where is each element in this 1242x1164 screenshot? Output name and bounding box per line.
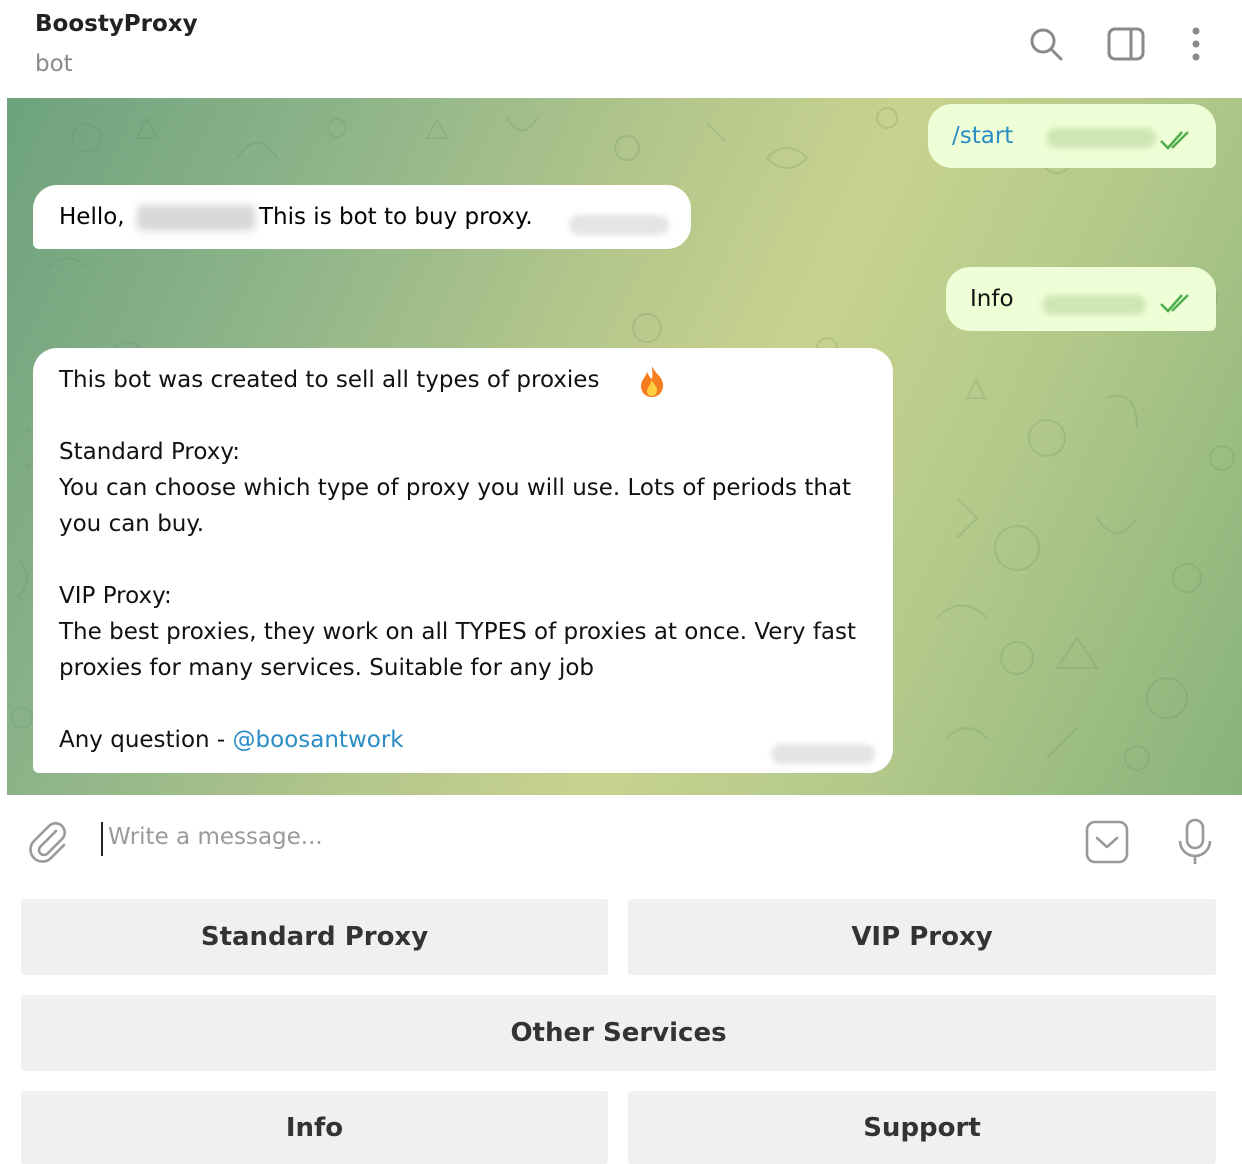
sidebar-icon[interactable] <box>1104 22 1148 66</box>
vip-proxy-button[interactable]: VIP Proxy <box>628 899 1216 975</box>
mention-link[interactable]: @boosantwork <box>233 727 404 753</box>
bot-reply-keyboard: Standard Proxy VIP Proxy Other Services … <box>0 887 1242 1164</box>
info-body: This bot was created to sell all types o… <box>59 367 857 753</box>
chat-subtitle: bot <box>35 51 73 77</box>
bot-command-link[interactable]: /start <box>952 118 1013 154</box>
double-check-icon <box>1160 294 1189 313</box>
double-check-icon <box>1160 131 1189 150</box>
chat-header: BoostyProxy bot <box>0 0 1242 98</box>
microphone-icon[interactable] <box>1172 817 1218 871</box>
support-button[interactable]: Support <box>628 1091 1216 1164</box>
message-time <box>1042 295 1146 315</box>
message-in-hello[interactable]: Hello, This is bot to buy proxy. <box>33 185 691 249</box>
message-time <box>1046 128 1156 148</box>
search-icon[interactable] <box>1024 22 1068 66</box>
message-out-info[interactable]: Info <box>946 267 1216 331</box>
message-time <box>771 744 875 764</box>
message-text: This bot was created to sell all types o… <box>59 362 859 758</box>
chat-history[interactable]: /start Hello, This is bot to buy proxy. … <box>7 98 1242 795</box>
info-button[interactable]: Info <box>21 1091 608 1164</box>
message-composer: Write a message... <box>0 795 1242 887</box>
message-out-start[interactable]: /start <box>928 104 1216 168</box>
text-caret <box>101 822 103 856</box>
keyboard-toggle-icon[interactable] <box>1084 819 1130 869</box>
standard-proxy-button[interactable]: Standard Proxy <box>21 899 608 975</box>
hello-text: This is bot to buy proxy. <box>259 204 533 230</box>
message-input[interactable]: Write a message... <box>108 824 323 850</box>
fire-icon <box>641 366 664 397</box>
message-time <box>569 215 669 235</box>
more-vertical-icon[interactable] <box>1174 22 1218 66</box>
redacted-username <box>137 205 255 231</box>
attach-icon[interactable] <box>26 819 70 867</box>
message-text: Info <box>970 286 1014 312</box>
chat-title[interactable]: BoostyProxy <box>35 11 198 37</box>
hello-prefix: Hello, <box>59 204 125 230</box>
other-services-button[interactable]: Other Services <box>21 995 1216 1071</box>
message-in-info[interactable]: This bot was created to sell all types o… <box>33 348 893 773</box>
